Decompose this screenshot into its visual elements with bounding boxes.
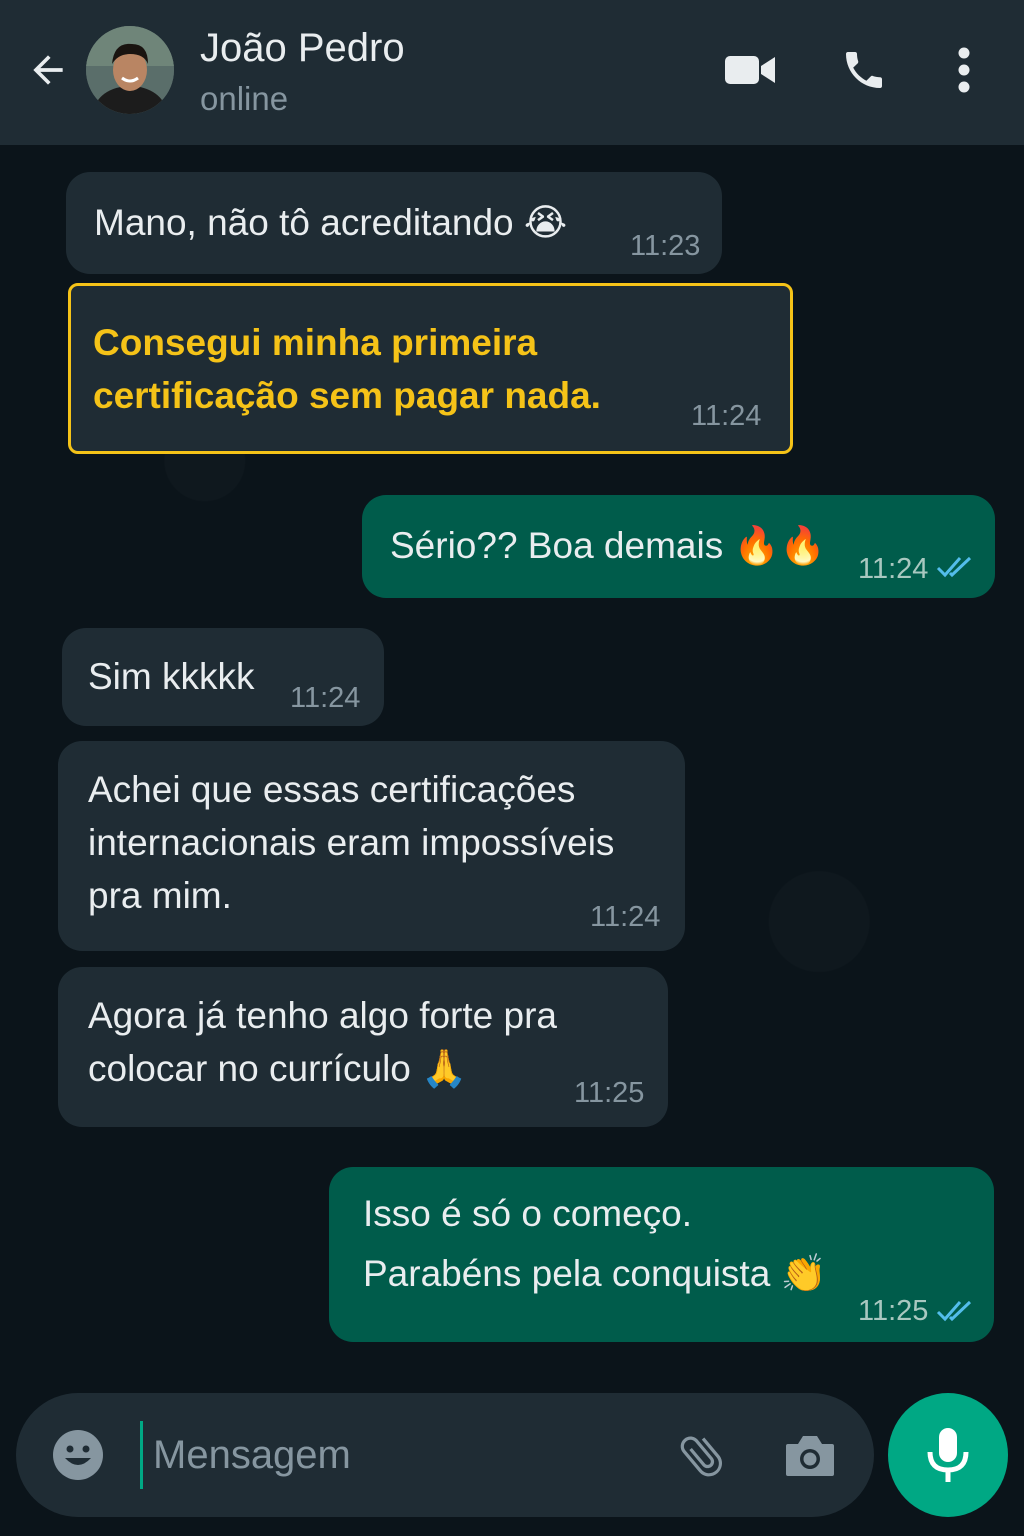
more-options-button[interactable] [934,40,994,100]
phone-icon [846,52,882,88]
highlighted-text-line-1: Consegui minha primeira [93,322,538,363]
message-time: 11:25 [858,1295,929,1327]
message-time: 11:25 [574,1077,645,1109]
message-text: Mano, não tô acreditando 😭 [94,202,568,243]
attach-icon [680,1436,722,1477]
message-time: 11:24 [858,553,929,585]
back-arrow-icon [33,55,63,85]
message-time: 11:24 [290,682,361,714]
message-time: 11:24 [691,400,762,432]
message-time: 11:24 [590,901,661,933]
message-text: Sim kkkkk [88,656,255,697]
video-call-icon [725,56,775,84]
message-text-line-1: Agora já tenho algo forte pra [88,995,557,1036]
attach-button[interactable] [670,1423,734,1487]
message-bubble-incoming[interactable]: Mano, não tô acreditando 😭 11:23 [66,172,722,274]
contact-status: online [200,80,289,117]
double-check-icon [936,556,972,578]
contact-name[interactable]: João Pedro [200,26,405,71]
message-time: 11:23 [630,230,701,262]
mic-icon [927,1428,969,1482]
message-bubble-incoming[interactable]: Achei que essas certificações internacio… [58,741,685,951]
avatar-image [86,26,174,114]
message-text-line-2: Parabéns pela conquista 👏 [363,1253,827,1294]
message-text-line-1: Achei que essas certificações [88,769,576,810]
message-text: Sério?? Boa demais 🔥🔥 [390,525,826,566]
emoji-button[interactable] [46,1423,110,1487]
camera-button[interactable] [778,1423,842,1487]
more-options-icon [958,47,970,93]
camera-icon [786,1436,834,1476]
chat-screen: João Pedro online Mano, não tô acreditan… [0,0,1024,1536]
message-bubble-highlighted[interactable]: Consegui minha primeira certificação sem… [68,283,793,454]
message-text-line-1: Isso é só o começo. [363,1193,693,1234]
highlighted-text-line-2: certificação sem pagar nada. [93,375,601,416]
message-bubble-incoming[interactable]: Agora já tenho algo forte pra colocar no… [58,967,668,1127]
message-text-line-3: pra mim. [88,875,232,916]
video-call-button[interactable] [720,40,780,100]
message-bubble-outgoing[interactable]: Isso é só o começo. Parabéns pela conqui… [329,1167,994,1342]
voice-call-button[interactable] [834,40,894,100]
chat-header: João Pedro online [0,0,1024,145]
emoji-icon [53,1430,103,1480]
message-input[interactable] [140,1421,660,1489]
message-composer [16,1393,874,1517]
contact-avatar[interactable] [86,26,174,114]
message-bubble-incoming[interactable]: Sim kkkkk 11:24 [62,628,384,726]
voice-message-button[interactable] [888,1393,1008,1517]
message-text-line-2: internacionais eram impossíveis [88,822,615,863]
double-check-icon [936,1300,972,1322]
back-button[interactable] [24,46,72,94]
message-text-line-2: colocar no currículo 🙏 [88,1048,468,1089]
message-bubble-outgoing[interactable]: Sério?? Boa demais 🔥🔥 11:24 [362,495,995,598]
